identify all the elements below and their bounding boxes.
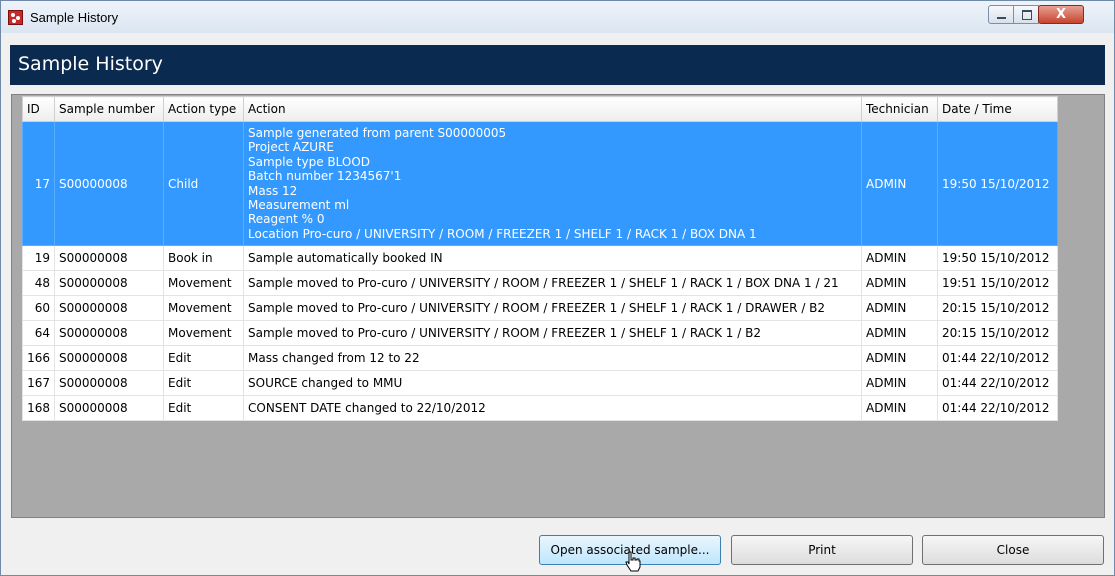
header-banner: Sample History <box>10 45 1105 85</box>
cell-technician: ADMIN <box>861 345 938 372</box>
cell-action: Mass changed from 12 to 22 <box>243 345 862 372</box>
action-line: Batch number 1234567'1 <box>248 169 402 184</box>
cell-technician: ADMIN <box>861 295 938 322</box>
cell-datetime: 20:15 15/10/2012 <box>937 295 1058 322</box>
cell-sample-number: S00000008 <box>54 120 164 247</box>
cell-sample-number: S00000008 <box>54 345 164 372</box>
maximize-icon <box>1022 10 1032 20</box>
table-row[interactable]: 168 S00000008 Edit CONSENT DATE changed to … <box>22 395 1058 422</box>
cell-action: Sample moved to Pro-curo / UNIVERSITY / … <box>243 295 862 322</box>
cell-sample-number: S00000008 <box>54 370 164 397</box>
column-header-action[interactable]: Action <box>243 96 862 122</box>
cell-action-type: Edit <box>163 370 244 397</box>
cell-id: 64 <box>22 320 55 347</box>
cell-action-type: Child <box>163 120 244 247</box>
action-line: Sample type BLOOD <box>248 154 371 169</box>
cell-technician: ADMIN <box>861 270 938 297</box>
close-icon: X <box>1055 7 1067 22</box>
minimize-button[interactable] <box>988 5 1014 24</box>
table-row[interactable]: 166 S00000008 Edit Mass changed from 12 to … <box>22 345 1058 372</box>
cell-sample-number: S00000008 <box>54 245 164 272</box>
cell-datetime: 19:50 15/10/2012 <box>937 245 1058 272</box>
column-header-datetime[interactable]: Date / Time <box>937 96 1058 122</box>
cell-sample-number: S00000008 <box>54 395 164 422</box>
cell-sample-number: S00000008 <box>54 270 164 297</box>
column-header-technician[interactable]: Technician <box>861 96 938 122</box>
table-row[interactable]: 60 S00000008 Movement Sample moved to Pro-c… <box>22 295 1058 322</box>
cell-action: Sample automatically booked IN <box>243 245 862 272</box>
cell-datetime: 01:44 22/10/2012 <box>937 395 1058 422</box>
cell-sample-number: S00000008 <box>54 295 164 322</box>
cell-action: SOURCE changed to MMU <box>243 370 862 397</box>
close-button[interactable]: Close <box>922 535 1104 565</box>
cell-id: 166 <box>22 345 55 372</box>
cell-id: 48 <box>22 270 55 297</box>
header-row: ID Sample number Action type Action Tech… <box>22 96 1058 122</box>
history-grid[interactable]: ID Sample number Action type Action Tech… <box>11 94 1105 518</box>
action-line: Mass 12 <box>248 183 298 198</box>
app-icon <box>8 10 23 25</box>
table-row-selected[interactable]: 17 S00000008 Child Sample generated from… <box>22 120 1058 247</box>
cell-action-type: Edit <box>163 395 244 422</box>
cell-id: 17 <box>22 120 55 247</box>
maximize-button[interactable] <box>1013 5 1039 24</box>
cell-datetime: 20:15 15/10/2012 <box>937 320 1058 347</box>
action-line: Sample generated from parent S00000005 <box>248 126 507 140</box>
cell-id: 168 <box>22 395 55 422</box>
print-button[interactable]: Print <box>731 535 913 565</box>
table-row[interactable]: 48 S00000008 Movement Sample moved to Pro-c… <box>22 270 1058 297</box>
cell-datetime: 19:50 15/10/2012 <box>937 120 1058 247</box>
cell-datetime: 01:44 22/10/2012 <box>937 370 1058 397</box>
cell-technician: ADMIN <box>861 245 938 272</box>
close-window-button[interactable]: X <box>1038 5 1084 24</box>
cell-id: 167 <box>22 370 55 397</box>
column-header-sample-number[interactable]: Sample number <box>54 96 164 122</box>
cell-action-type: Edit <box>163 345 244 372</box>
cell-action: Sample moved to Pro-curo / UNIVERSITY / … <box>243 270 862 297</box>
cell-technician: ADMIN <box>861 370 938 397</box>
cell-action-type: Movement <box>163 295 244 322</box>
table-row[interactable]: 167 S00000008 Edit SOURCE changed to MMU ADM… <box>22 370 1058 397</box>
cell-datetime: 19:51 15/10/2012 <box>937 270 1058 297</box>
cell-sample-number: S00000008 <box>54 320 164 347</box>
history-table: ID Sample number Action type Action Tech… <box>22 96 1058 422</box>
action-line: Measurement ml <box>248 198 350 213</box>
action-line: Location Pro-curo / UNIVERSITY / ROOM / … <box>248 226 757 241</box>
cell-action-type: Movement <box>163 320 244 347</box>
column-header-id[interactable]: ID <box>22 96 55 122</box>
hand-cursor-icon <box>625 551 641 572</box>
cell-technician: ADMIN <box>861 320 938 347</box>
cell-action: Sample generated from parent S00000005 P… <box>243 120 862 247</box>
cell-id: 60 <box>22 295 55 322</box>
table-row[interactable]: 64 S00000008 Movement Sample moved to Pro-c… <box>22 320 1058 347</box>
window-title: Sample History <box>30 10 119 25</box>
sample-history-window: Sample History X Sample History ID Sampl… <box>0 0 1115 576</box>
action-line: Project AZURE <box>248 140 335 155</box>
column-header-action-type[interactable]: Action type <box>163 96 244 122</box>
cell-id: 19 <box>22 245 55 272</box>
cell-action: CONSENT DATE changed to 22/10/2012 <box>243 395 862 422</box>
cell-action: Sample moved to Pro-curo / UNIVERSITY / … <box>243 320 862 347</box>
page-title: Sample History <box>18 53 163 75</box>
title-bar[interactable]: Sample History X <box>1 1 1114 33</box>
minimize-icon <box>997 17 1006 19</box>
action-line: Reagent % 0 <box>248 212 325 227</box>
cell-technician: ADMIN <box>861 120 938 247</box>
cell-action-type: Movement <box>163 270 244 297</box>
table-row[interactable]: 19 S00000008 Book in Sample automatically b… <box>22 245 1058 272</box>
cell-datetime: 01:44 22/10/2012 <box>937 345 1058 372</box>
cell-technician: ADMIN <box>861 395 938 422</box>
cell-action-type: Book in <box>163 245 244 272</box>
